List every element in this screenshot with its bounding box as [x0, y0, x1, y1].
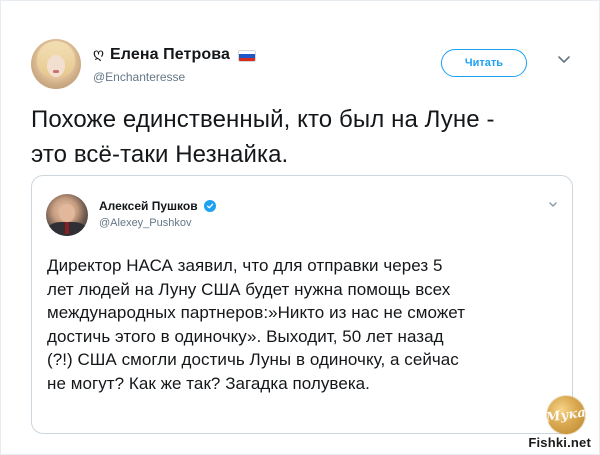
quoted-author-avatar[interactable]: [46, 194, 88, 236]
chevron-down-icon[interactable]: [557, 55, 571, 65]
quoted-tweet-text: Директор НАСА заявил, что для отправки ч…: [47, 256, 466, 393]
tweet-text: Похоже единственный, кто был на Луне - э…: [31, 106, 495, 168]
avatar-face: [59, 204, 75, 222]
tweet-header: ღ Елена Петрова @Enchanteresse Читать: [31, 39, 575, 91]
avatar-face: [47, 55, 65, 77]
avatar-tie: [65, 222, 69, 234]
author-name-row: ღ Елена Петрова: [93, 46, 256, 64]
quoted-tweet[interactable]: Алексей Пушков @Alexey_Pushkov Директор …: [31, 175, 573, 434]
quoted-author-name-row: Алексей Пушков: [99, 199, 216, 213]
chevron-down-icon[interactable]: [548, 201, 558, 209]
russia-flag-icon: [237, 50, 256, 62]
name-symbol: ღ: [93, 46, 105, 62]
tweet-screenshot: ღ Елена Петрова @Enchanteresse Читать По…: [0, 0, 600, 455]
site-watermark: Fishki.net: [528, 435, 591, 450]
author-handle[interactable]: @Enchanteresse: [93, 70, 185, 84]
avatar-lips: [53, 70, 59, 73]
quoted-author-display-name[interactable]: Алексей Пушков: [99, 199, 198, 213]
follow-button-label: Читать: [464, 57, 504, 69]
author-display-name[interactable]: Елена Петрова: [110, 46, 230, 64]
logo-text: Мука: [545, 404, 587, 426]
checkmark-icon: [206, 203, 213, 209]
quoted-author-handle[interactable]: @Alexey_Pushkov: [99, 217, 192, 229]
follow-button[interactable]: Читать: [441, 49, 527, 77]
author-avatar[interactable]: [31, 39, 81, 89]
verified-badge-icon: [203, 200, 216, 212]
